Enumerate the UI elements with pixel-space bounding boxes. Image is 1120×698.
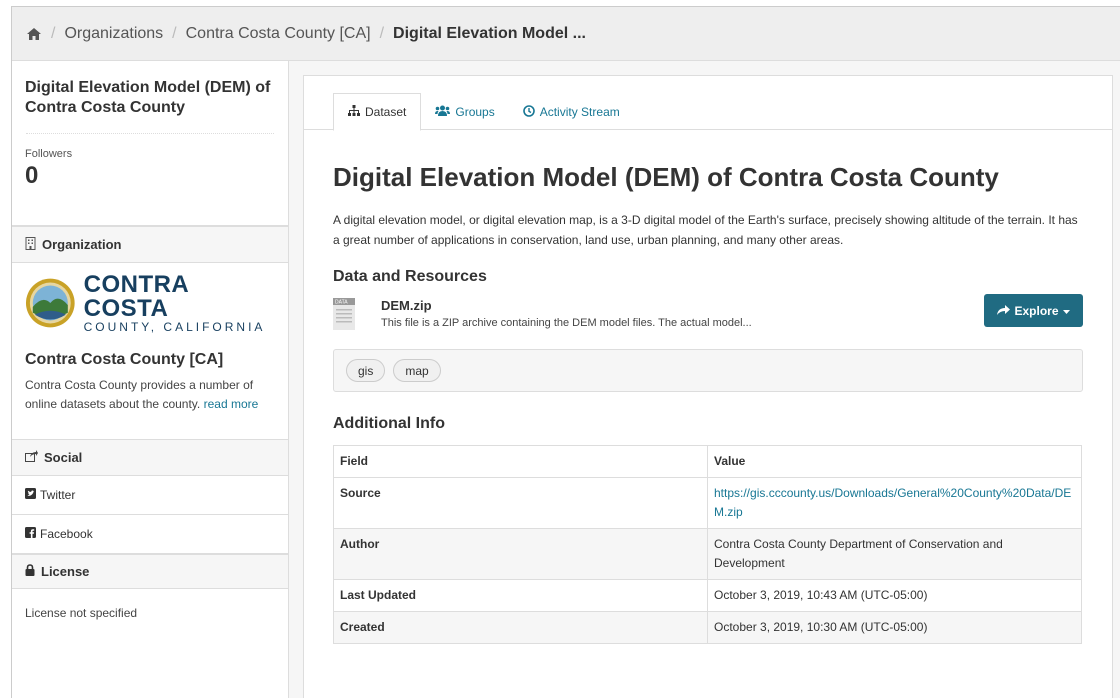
value-last-updated: October 3, 2019, 10:43 AM (UTC-05:00)	[707, 579, 1082, 612]
additional-info-heading: Additional Info	[333, 415, 445, 432]
field-last-updated: Last Updated	[333, 579, 708, 612]
organization-box: CONTRA COSTA COUNTY, CALIFORNIA Contra C…	[12, 263, 288, 439]
facebook-label: Facebook	[40, 527, 93, 541]
license-heading-label: License	[41, 564, 90, 579]
value-created: October 3, 2019, 10:30 AM (UTC-05:00)	[707, 611, 1082, 644]
breadcrumb: / Organizations / Contra Costa County [C…	[12, 7, 1120, 61]
facebook-icon	[25, 527, 36, 541]
license-text: License not specified	[25, 606, 138, 620]
twitter-link[interactable]: Twitter	[12, 476, 288, 515]
breadcrumb-organization[interactable]: Contra Costa County [CA]	[186, 25, 371, 43]
county-seal-icon	[25, 278, 75, 328]
read-more-link[interactable]: read more	[204, 397, 259, 411]
followers-label: Followers	[25, 148, 73, 160]
share-arrow-icon	[997, 304, 1011, 318]
clock-icon	[522, 104, 535, 120]
license-heading: License	[12, 554, 288, 589]
sidebar-dataset-title: Digital Elevation Model (DEM) of Contra …	[25, 79, 271, 116]
table-row: Source https://gis.cccounty.us/Downloads…	[333, 477, 1082, 529]
tag-gis[interactable]: gis	[346, 359, 386, 382]
logo-text-main: CONTRA COSTA	[83, 271, 189, 322]
breadcrumb-organizations[interactable]: Organizations	[64, 25, 163, 43]
field-created: Created	[333, 611, 708, 644]
social-heading-label: Social	[44, 450, 83, 465]
explore-label: Explore	[1014, 303, 1059, 318]
sitemap-icon	[348, 105, 360, 119]
column-header-value: Value	[707, 445, 1082, 478]
resource-description: This file is a ZIP archive containing th…	[381, 317, 752, 329]
field-source: Source	[333, 477, 708, 529]
tab-activity-stream-label: Activity Stream	[539, 105, 620, 119]
main-panel: Dataset Groups Activity Stream Digital E…	[303, 75, 1113, 698]
table-row: Author Contra Costa County Department of…	[333, 528, 1082, 580]
content-area: Digital Elevation Model (DEM) of Contra …	[12, 61, 1120, 698]
organization-name: Contra Costa County [CA]	[25, 351, 224, 368]
dataset-description: A digital elevation model, or digital el…	[333, 213, 1078, 247]
building-icon	[25, 236, 36, 253]
explore-button[interactable]: Explore	[984, 294, 1083, 327]
twitter-label: Twitter	[40, 488, 76, 502]
table-row: Created October 3, 2019, 10:30 AM (UTC-0…	[333, 611, 1082, 644]
followers-count: 0	[25, 162, 39, 189]
breadcrumb-dataset[interactable]: Digital Elevation Model ...	[393, 25, 586, 43]
share-icon	[25, 450, 38, 465]
field-author: Author	[333, 528, 708, 580]
followers-section: Followers 0	[12, 134, 288, 226]
tab-dataset-label: Dataset	[365, 105, 407, 119]
column-header-field: Field	[333, 445, 708, 478]
tag-map[interactable]: map	[393, 359, 441, 382]
sidebar: Digital Elevation Model (DEM) of Contra …	[12, 61, 289, 698]
additional-info-table: Field Value Source https://gis.cccounty.…	[333, 445, 1082, 644]
tab-bar: Dataset Groups Activity Stream	[304, 76, 1112, 131]
value-source: https://gis.cccounty.us/Downloads/Genera…	[707, 477, 1082, 529]
format-label: DATA	[335, 300, 348, 306]
source-link[interactable]: https://gis.cccounty.us/Downloads/Genera…	[714, 486, 1071, 519]
organization-heading-label: Organization	[42, 237, 122, 252]
logo-text-sub: COUNTY, CALIFORNIA	[83, 320, 266, 334]
organization-heading: Organization	[12, 226, 288, 263]
data-format-icon: DATA	[333, 298, 355, 330]
data-resources-heading: Data and Resources	[333, 268, 487, 285]
value-author: Contra Costa County Department of Conser…	[707, 528, 1082, 580]
lock-icon	[25, 564, 35, 579]
tab-activity-stream[interactable]: Activity Stream	[509, 93, 634, 131]
breadcrumb-separator: /	[51, 24, 56, 42]
tab-dataset[interactable]: Dataset	[333, 93, 422, 131]
organization-logo[interactable]: CONTRA COSTA COUNTY, CALIFORNIA	[25, 273, 275, 333]
table-header-row: Field Value	[333, 445, 1082, 478]
breadcrumb-separator: /	[379, 24, 385, 42]
resource-item[interactable]: DATA DEM.zip This file is a ZIP archive …	[333, 294, 1083, 349]
breadcrumb-separator: /	[172, 24, 177, 42]
users-icon	[435, 105, 451, 119]
organization-description: Contra Costa County provides a number of…	[25, 376, 275, 414]
facebook-link[interactable]: Facebook	[12, 515, 288, 554]
dataset-body: Digital Elevation Model (DEM) of Contra …	[304, 162, 1112, 644]
resource-name-link[interactable]: DEM.zip	[381, 298, 432, 313]
dataset-title: Digital Elevation Model (DEM) of Contra …	[333, 162, 999, 192]
table-row: Last Updated October 3, 2019, 10:43 AM (…	[333, 579, 1082, 612]
home-icon[interactable]	[26, 26, 42, 42]
page-frame: / Organizations / Contra Costa County [C…	[11, 6, 1120, 698]
social-heading: Social	[12, 439, 288, 476]
tab-groups-label: Groups	[455, 105, 495, 119]
caret-down-icon	[1062, 304, 1070, 318]
twitter-icon	[25, 488, 36, 502]
tag-list: gis map	[333, 349, 1083, 392]
tab-groups[interactable]: Groups	[421, 93, 508, 131]
